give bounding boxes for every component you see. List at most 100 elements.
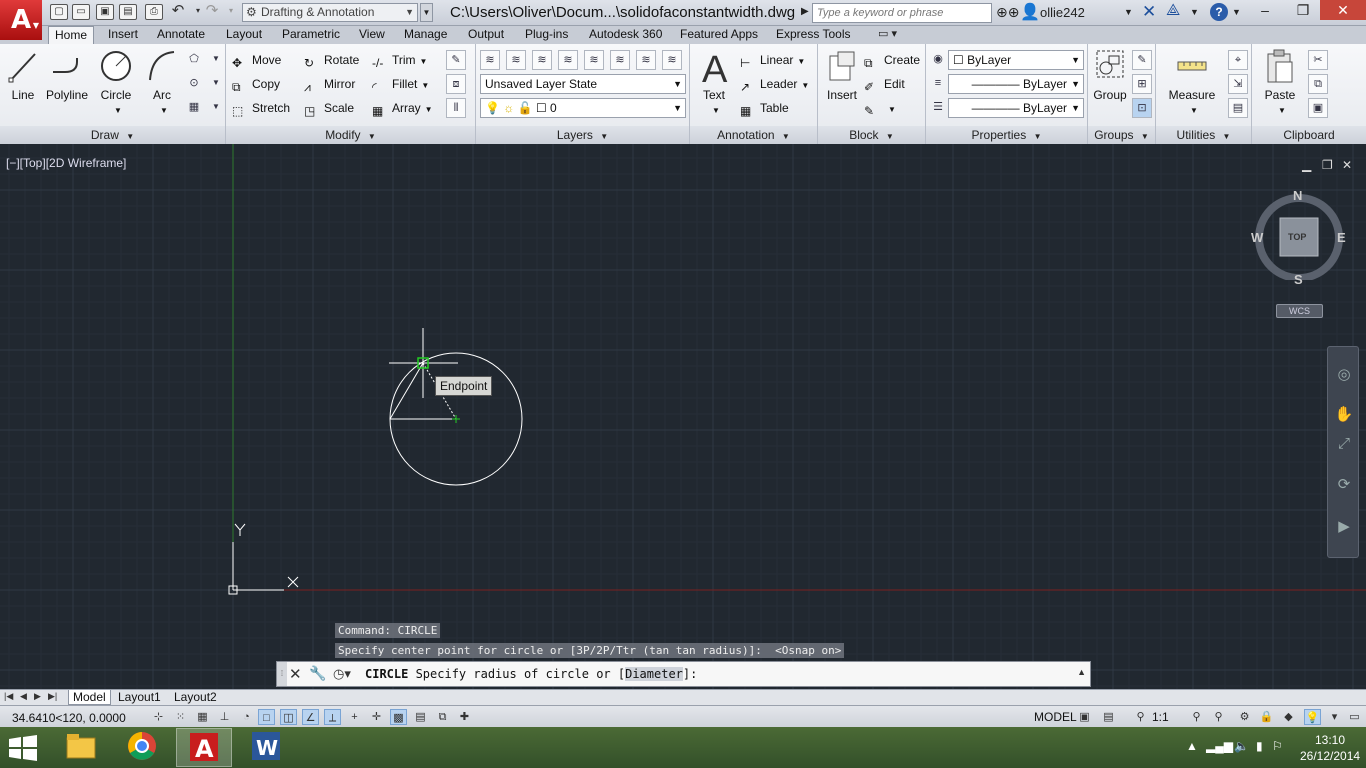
panel-clipboard-title[interactable]: Clipboard [1252, 126, 1366, 144]
object-snap-icon[interactable]: □ [258, 709, 275, 725]
layer-icon[interactable]: ≋ [506, 50, 526, 70]
table-button[interactable]: ▦ Table [740, 98, 789, 118]
wcs-menu[interactable]: WCS [1276, 304, 1323, 318]
offset-icon[interactable]: ⫴ [446, 98, 466, 118]
polar-tracking-icon[interactable]: ◔ [238, 709, 255, 725]
status-bar-menu-icon[interactable]: ▾ [1326, 709, 1343, 725]
auto-scale-icon[interactable]: ⚲ [1210, 709, 1227, 725]
layer-icon[interactable]: ≋ [636, 50, 656, 70]
match-properties-icon[interactable]: ◉ [928, 50, 948, 70]
panel-utilities-title[interactable]: Utilities ▼ [1156, 126, 1251, 144]
tab-layout[interactable]: Layout [220, 26, 268, 44]
lineweight-select[interactable]: ———— ByLayer ▼ [948, 98, 1084, 118]
panel-properties-title[interactable]: Properties ▼ [926, 126, 1087, 144]
mirror-button[interactable]: ⩘ Mirror [304, 74, 355, 94]
calculator-icon[interactable]: ▤ [1228, 98, 1248, 118]
chevron-down-icon[interactable]: ▼ [206, 98, 226, 118]
panel-groups-title[interactable]: Groups ▼ [1088, 126, 1155, 144]
rotate-button[interactable]: ↻ Rotate [304, 50, 359, 70]
save-as-icon[interactable]: ▤ [119, 4, 137, 20]
tab-plug-ins[interactable]: Plug-ins [519, 26, 574, 44]
insert-block-button[interactable]: Insert [820, 48, 864, 102]
sign-in-user[interactable]: ollie242 [1040, 5, 1085, 20]
command-input[interactable]: CIRCLE Specify radius of circle or [Diam… [365, 667, 697, 681]
dynamic-ucs-icon[interactable]: ⟂ [324, 709, 341, 725]
line-button[interactable]: Line [6, 48, 40, 102]
battery-icon[interactable]: ▮ [1256, 739, 1263, 753]
compass-east[interactable]: E [1337, 230, 1346, 245]
volume-icon[interactable]: 🔈 [1234, 739, 1249, 753]
tab-express-tools[interactable]: Express Tools [770, 26, 856, 44]
annotation-scale-select[interactable]: 1:1 [1152, 710, 1169, 724]
stretch-button[interactable]: ⬚ Stretch [232, 98, 290, 118]
scale-button[interactable]: ◳ Scale [304, 98, 354, 118]
explode-icon[interactable]: ⧈ [446, 74, 466, 94]
clock-time[interactable]: 13:10 [1300, 733, 1360, 747]
quick-access-customize-button[interactable]: ▼ [420, 3, 433, 22]
lineweight-toggle-icon[interactable]: ✛ [368, 709, 385, 725]
tab-home[interactable]: Home [48, 26, 95, 44]
workspace-select[interactable]: ⚙ Drafting & Annotation ▼ [242, 3, 418, 22]
layer-state-select[interactable]: Unsaved Layer State ▼ [480, 74, 686, 94]
tab-parametric[interactable]: Parametric [276, 26, 346, 44]
chevron-down-icon[interactable]: ▼ [206, 50, 226, 70]
showmotion-icon[interactable]: ▶ [1333, 517, 1355, 539]
annotation-monitor-icon[interactable]: ✚ [456, 709, 473, 725]
fillet-button[interactable]: ◜ Fillet ▼ [372, 74, 429, 94]
chevron-down-icon[interactable]: ▼ [1232, 7, 1241, 17]
panel-modify-title[interactable]: Modify ▼ [226, 126, 475, 144]
command-line-grip-icon[interactable]: ⁞ [277, 662, 287, 686]
taskbar-autocad[interactable]: A [176, 728, 232, 767]
array-button[interactable]: ▦ Array ▼ [372, 98, 433, 118]
linetype-select[interactable]: ———— ByLayer ▼ [948, 74, 1084, 94]
tab-autodesk-360[interactable]: Autodesk 360 [583, 26, 668, 44]
recent-commands-icon[interactable]: ◷▾ [333, 666, 351, 682]
clock-date[interactable]: 26/12/2014 [1300, 749, 1360, 763]
snap-mode-icon[interactable]: ⁙ [172, 709, 189, 725]
ungroup-icon[interactable]: ✎ [1132, 50, 1152, 70]
quick-view-layouts-icon[interactable]: ▣ [1076, 709, 1093, 725]
object-snap-tracking-icon[interactable]: ∠ [302, 709, 319, 725]
hatch-icon[interactable]: ▦ [184, 98, 204, 118]
tab-output[interactable]: Output [462, 26, 510, 44]
leader-button[interactable]: ↗ Leader ▼ [740, 74, 809, 94]
save-icon[interactable]: ▣ [96, 4, 114, 20]
close-icon[interactable]: ✕ [289, 665, 302, 683]
command-option-diameter[interactable]: Diameter [625, 667, 683, 681]
redo-dropdown-icon[interactable]: ▾ [222, 4, 240, 20]
selection-cycling-icon[interactable]: ⧉ [434, 709, 451, 725]
chevron-up-icon[interactable]: ▲ [1077, 667, 1086, 677]
taskbar-chrome[interactable] [114, 728, 170, 767]
layer-icon[interactable]: ≋ [662, 50, 682, 70]
layer-icon[interactable]: ≋ [584, 50, 604, 70]
print-icon[interactable]: ⎙ [145, 4, 163, 20]
binoculars-icon[interactable]: ⊕⊕ [996, 4, 1019, 21]
exchange-apps-icon[interactable]: ✕ [1142, 2, 1156, 22]
command-line[interactable]: ⁞ ✕ 🔧 ◷▾ CIRCLE Specify radius of circle… [276, 661, 1091, 687]
open-file-icon[interactable]: ▭ [72, 4, 90, 20]
windows-start-icon[interactable] [8, 735, 38, 761]
viewport-restore-button[interactable]: ❐ [1322, 158, 1333, 172]
layout-tab-layout2[interactable]: Layout2 [170, 690, 221, 705]
panel-block-title[interactable]: Block ▼ [818, 126, 925, 144]
restore-button[interactable]: ❐ [1284, 0, 1322, 20]
group-edit-icon[interactable]: ⊞ [1132, 74, 1152, 94]
viewcube-top-face[interactable]: TOP [1288, 232, 1306, 242]
tab-annotate[interactable]: Annotate [151, 26, 211, 44]
copy-button[interactable]: ⧉ Copy [232, 74, 280, 94]
annotation-scale-icon[interactable]: ⚲ [1132, 709, 1149, 725]
ortho-mode-icon[interactable]: ⊥ [216, 709, 233, 725]
color-select[interactable]: ☐ ByLayer ▼ [948, 50, 1084, 70]
previous-layout-icon[interactable]: ◀ [20, 691, 27, 702]
language-icon[interactable]: ⚐ [1272, 739, 1283, 753]
isolate-objects-icon[interactable]: 💡 [1304, 709, 1321, 725]
erase-icon[interactable]: ✎ [446, 50, 466, 70]
last-layout-icon[interactable]: ▶| [48, 691, 57, 702]
polygon-icon[interactable]: ⬠ [184, 50, 204, 70]
coordinates-readout[interactable]: 34.6410<120, 0.0000 [12, 711, 126, 725]
move-button[interactable]: ✥ Move [232, 50, 281, 70]
select-all-icon[interactable]: ⇲ [1228, 74, 1248, 94]
search-input[interactable]: Type a keyword or phrase [812, 3, 992, 23]
measure-button[interactable]: Measure ▼ [1164, 48, 1220, 116]
create-block-button[interactable]: ⧉ Create [864, 50, 920, 70]
